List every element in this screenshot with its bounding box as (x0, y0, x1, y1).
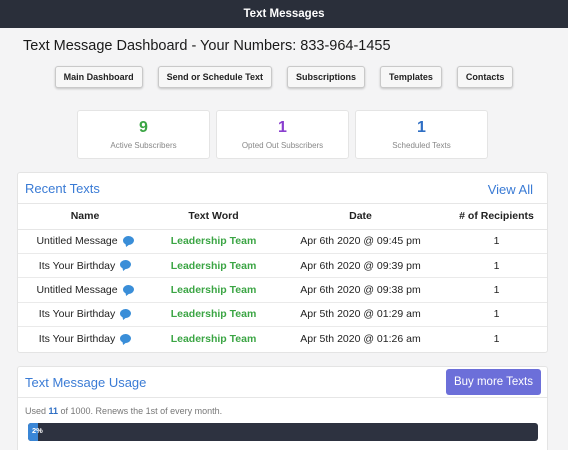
table-row[interactable]: Its Your Birthday Leadership Team Apr 5t… (18, 302, 547, 328)
stat-value: 9 (139, 119, 148, 136)
stats-row: 9 Active Subscribers 1 Opted Out Subscri… (77, 110, 488, 159)
text-word: Leadership Team (152, 277, 275, 303)
stat-card-scheduled-texts: 1 Scheduled Texts (355, 110, 488, 159)
message-name[interactable]: Untitled Message (36, 235, 117, 247)
main-dashboard-button[interactable]: Main Dashboard (54, 66, 143, 88)
view-all-link[interactable]: View All (488, 182, 533, 197)
usage-progress-bar: 2% (28, 423, 538, 441)
stat-label: Opted Out Subscribers (241, 141, 324, 150)
chat-bubble-icon[interactable] (120, 260, 132, 270)
column-header-text-word[interactable]: Text Word (152, 204, 275, 230)
date: Apr 6th 2020 @ 09:39 pm (275, 253, 446, 279)
chat-bubble-icon[interactable] (120, 309, 132, 319)
recent-texts-table: Name Text Word Date # of Recipients Unti… (18, 204, 547, 351)
chat-bubble-icon[interactable] (122, 284, 134, 294)
stat-label: Scheduled Texts (392, 141, 451, 150)
recent-texts-card: Recent Texts View All Name Text Word Dat… (17, 172, 548, 353)
stat-value: 1 (417, 119, 426, 136)
templates-button[interactable]: Templates (380, 66, 442, 88)
recipient-count: 1 (446, 253, 547, 279)
buy-more-texts-button[interactable]: Buy more Texts (445, 369, 541, 395)
column-header-name[interactable]: Name (18, 204, 152, 230)
table-row[interactable]: Its Your Birthday Leadership Team Apr 6t… (18, 253, 547, 279)
page-title: Text Message Dashboard - Your Numbers: 8… (23, 38, 391, 54)
message-name-cell[interactable]: Untitled Message (18, 229, 152, 254)
usage-percent-label: 2% (32, 426, 43, 435)
send-schedule-text-button[interactable]: Send or Schedule Text (157, 66, 272, 88)
table-row[interactable]: Its Your Birthday Leadership Team Apr 5t… (18, 327, 547, 351)
usage-prefix: Used (25, 406, 49, 416)
text-word: Leadership Team (152, 253, 275, 279)
message-name[interactable]: Its Your Birthday (39, 308, 115, 320)
message-name[interactable]: Its Your Birthday (39, 260, 115, 272)
date: Apr 5th 2020 @ 01:26 am (300, 333, 421, 345)
subscriptions-button[interactable]: Subscriptions (286, 66, 365, 88)
table-row[interactable]: Untitled Message Leadership Team Apr 6th… (18, 229, 547, 254)
text-word: Leadership Team (170, 333, 257, 345)
app-title: Text Messages (243, 8, 325, 20)
column-header-date[interactable]: Date (275, 204, 446, 230)
message-name[interactable]: Its Your Birthday (39, 333, 115, 345)
stat-card-active-subscribers: 9 Active Subscribers (77, 110, 210, 159)
message-name[interactable]: Untitled Message (36, 284, 117, 296)
contacts-button[interactable]: Contacts (456, 66, 514, 88)
date: Apr 6th 2020 @ 09:38 pm (275, 277, 446, 303)
nav-button-row: Main Dashboard Send or Schedule Text Sub… (0, 66, 568, 88)
stat-label: Active Subscribers (110, 141, 177, 150)
used-count: 11 (48, 406, 59, 416)
usage-suffix: of 1000. Renews the 1st of every month. (58, 406, 223, 416)
chat-bubble-icon[interactable] (120, 333, 132, 343)
recipient-count: 1 (446, 302, 547, 328)
column-header-recipients[interactable]: # of Recipients (446, 204, 547, 230)
stat-card-opted-out-subscribers: 1 Opted Out Subscribers (216, 110, 349, 159)
recipient-count: 1 (446, 277, 547, 303)
usage-title: Text Message Usage (25, 375, 147, 390)
usage-summary: Used 11 of 1000. Renews the 1st of every… (25, 406, 222, 416)
message-name-cell[interactable]: Untitled Message (18, 277, 152, 303)
recipient-count: 1 (493, 333, 500, 345)
date: Apr 6th 2020 @ 09:45 pm (275, 229, 446, 254)
message-name-cell[interactable]: Its Your Birthday (18, 302, 152, 328)
message-name-cell[interactable]: Its Your Birthday (18, 253, 152, 279)
chat-bubble-icon[interactable] (122, 235, 134, 245)
table-header-row: Name Text Word Date # of Recipients (18, 204, 547, 230)
message-name-cell[interactable]: Its Your Birthday (18, 327, 152, 351)
text-word: Leadership Team (152, 302, 275, 328)
recent-texts-header: Recent Texts View All (18, 173, 547, 204)
usage-header: Text Message Usage Buy more Texts (18, 367, 547, 398)
recipient-count: 1 (446, 229, 547, 254)
recent-texts-title: Recent Texts (25, 181, 100, 196)
text-word: Leadership Team (152, 229, 275, 254)
usage-card: Text Message Usage Buy more Texts Used 1… (17, 366, 548, 450)
table-row[interactable]: Untitled Message Leadership Team Apr 6th… (18, 277, 547, 303)
app-header: Text Messages (0, 0, 568, 28)
date: Apr 5th 2020 @ 01:29 am (275, 302, 446, 328)
stat-value: 1 (278, 119, 287, 136)
